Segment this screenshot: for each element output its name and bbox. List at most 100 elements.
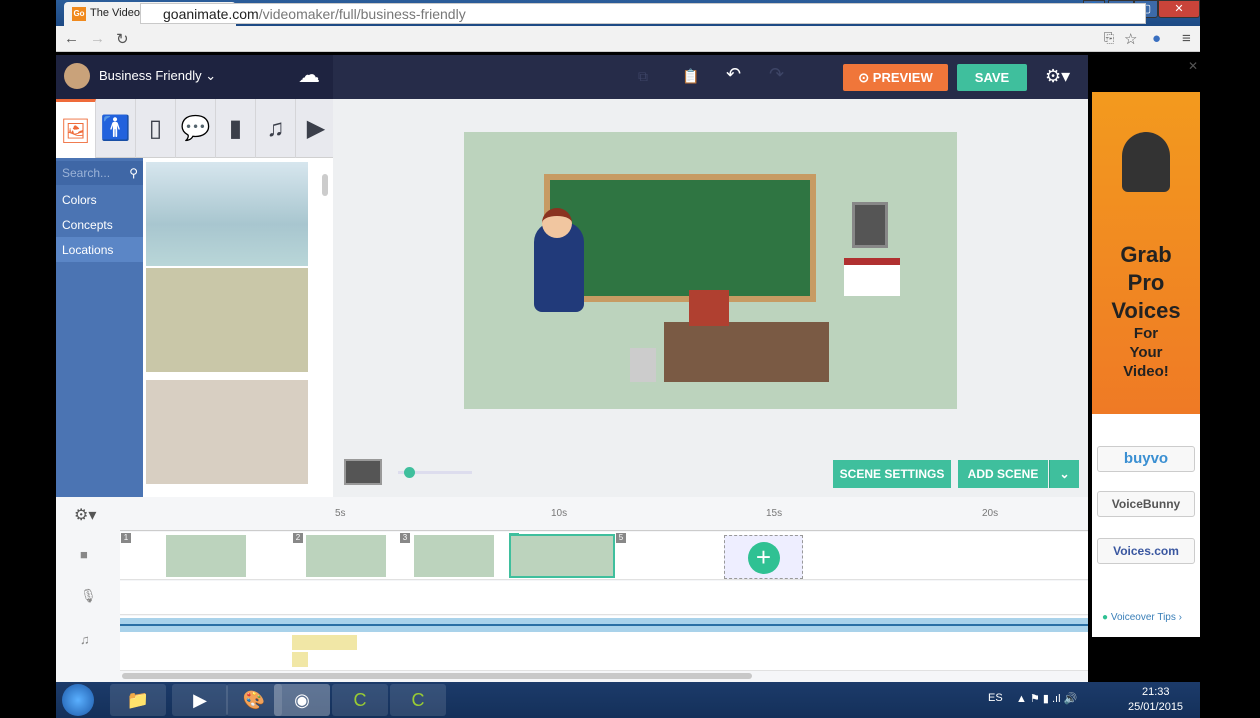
clock-time[interactable]: 21:33 [1142,686,1170,698]
avatar [64,63,90,89]
favicon: Go [72,7,86,21]
printer-room-thumbnail[interactable] [146,268,308,372]
undo-icon[interactable]: ↶ [726,64,741,85]
character-head [542,208,572,238]
close-window-button[interactable]: ✕ [1158,0,1200,18]
url-path: /videomaker/full/business-friendly [258,6,466,22]
scene-clip[interactable] [306,535,386,577]
background-list [143,158,333,497]
redo-icon[interactable]: ↷ [769,64,784,85]
office-window-thumbnail[interactable] [146,162,308,266]
music-note-icon: ♫ [80,632,90,647]
paste-icon[interactable]: 📋 [682,68,699,85]
bookmark-star-icon[interactable]: ☆ [1124,30,1137,48]
theme-selector[interactable]: Business Friendly ⌄ [99,68,216,84]
scene-number: 3 [400,533,410,543]
search-icon: ⚲ [129,166,138,180]
address-bar[interactable]: goanimate.com/videomaker/full/business-f… [140,3,1146,24]
browser-toolbar: ← → ↻ ⎘ ☆ ● ≡ [56,26,1200,52]
language-indicator[interactable]: ES [988,692,1003,704]
camera-icon: ■ [80,547,88,562]
play-circle-icon: ⊙ [858,70,870,85]
ad-banner[interactable]: Grab Pro Voices For Your Video! [1092,92,1200,414]
preview-label: PREVIEW [872,70,933,85]
search-input[interactable]: Search... ⚲ [56,161,143,185]
timeline-scrollbar[interactable] [122,673,752,679]
close-ad-icon[interactable]: ✕ [1188,59,1198,73]
music-waveform[interactable] [120,618,1088,632]
calendar [844,258,900,296]
scene-canvas[interactable] [464,132,957,409]
explorer-icon[interactable]: 📁 [110,684,166,716]
scrollbar[interactable] [322,174,328,196]
scene-clip[interactable] [166,535,246,577]
start-button[interactable] [62,684,94,716]
tips-label: Voiceover Tips › [1110,612,1182,623]
chevron-down-icon: ⌄ [205,68,217,83]
settings-gear-icon[interactable]: ⚙▾ [1045,66,1070,87]
buyvo-link[interactable]: buyvo [1097,446,1195,472]
save-button[interactable]: SAVE [957,64,1027,91]
chart-icon[interactable]: ▮ [216,99,256,158]
camtasia-recorder-icon[interactable]: C [390,684,446,716]
search-placeholder: Search... [62,166,111,180]
timeline-settings-gear-icon[interactable]: ⚙▾ [74,505,96,525]
voicebunny-link[interactable]: VoiceBunny [1097,491,1195,517]
camtasia-icon[interactable]: C [332,684,388,716]
tick-label: 5s [335,508,346,519]
forward-icon[interactable]: → [90,30,105,47]
scene-number: 2 [293,533,303,543]
ad-text: Video! [1123,363,1169,380]
upload-cloud-icon[interactable]: ☁ [298,62,320,88]
plus-icon: + [747,542,780,574]
copy-icon[interactable]: ⧉ [638,68,648,85]
library-item-locations[interactable]: Locations [56,237,143,262]
scene-clip-selected[interactable] [509,534,615,578]
add-scene-button[interactable]: ADD SCENE [958,460,1048,488]
taskbar: 📁 ▶ 🎨 ◉ C C ES ▲ ⚑ ▮ .ıl 🔊 21:33 25/01/2… [56,682,1200,718]
reload-icon[interactable]: ↻ [116,30,129,48]
tick-label: 15s [766,508,783,519]
scene-settings-button[interactable]: SCENE SETTINGS [833,460,951,488]
chrome-icon[interactable]: ◉ [274,684,330,716]
text-bubble-icon[interactable]: 💬 [176,99,216,158]
portrait-frame [852,202,888,248]
preview-button[interactable]: ⊙ PREVIEW [843,64,948,91]
add-scene-slot[interactable]: + [724,535,803,579]
globe-icon[interactable]: ● [1152,30,1161,47]
back-icon[interactable]: ← [64,30,79,47]
time-ruler: 5s 10s 15s 20s [120,503,1088,531]
ad-text: Pro [1127,270,1165,295]
trash-bin [630,348,656,382]
voice-track [120,581,1088,615]
elevator-thumbnail[interactable] [146,380,308,484]
media-player-icon[interactable]: ▶ [172,684,228,716]
tray-expand-icon[interactable]: ▲ ⚑ ▮ .ıl 🔊 [1016,692,1077,705]
url-domain: goanimate.com [163,6,259,22]
theme-label: Business Friendly [99,68,202,83]
sound-clip[interactable] [292,652,308,667]
menu-icon[interactable]: ≡ [1182,30,1191,47]
add-scene-dropdown[interactable]: ⌄ [1049,460,1079,488]
tick-label: 20s [982,508,999,519]
library-item-concepts[interactable]: Concepts [56,212,143,237]
translate-icon[interactable]: ⎘ [1104,30,1114,46]
scene-clip[interactable] [414,535,494,577]
scene-thumbnail-toggle[interactable] [344,459,382,485]
clock-date[interactable]: 25/01/2015 [1128,701,1183,713]
voices-com-link[interactable]: Voices.com [1097,538,1195,564]
tick-label: 10s [551,508,568,519]
zoom-slider[interactable] [398,467,472,478]
character-icon[interactable]: 🚹 [96,99,136,158]
ad-text: For [1133,325,1159,342]
music-icon[interactable]: ♫ [256,99,296,158]
voiceover-tips-link[interactable]: ● Voiceover Tips › [1102,612,1182,623]
library-item-colors[interactable]: Colors [56,187,143,212]
ad-text: Grab [1120,242,1172,267]
image-icon[interactable]: 🖼 [56,99,96,158]
sound-clip[interactable] [292,635,357,650]
lightbulb-icon: ● [1102,612,1109,623]
prop-icon[interactable]: ▯ [136,99,176,158]
headset-icon [1122,132,1170,192]
video-icon[interactable]: ▶ [296,99,336,158]
